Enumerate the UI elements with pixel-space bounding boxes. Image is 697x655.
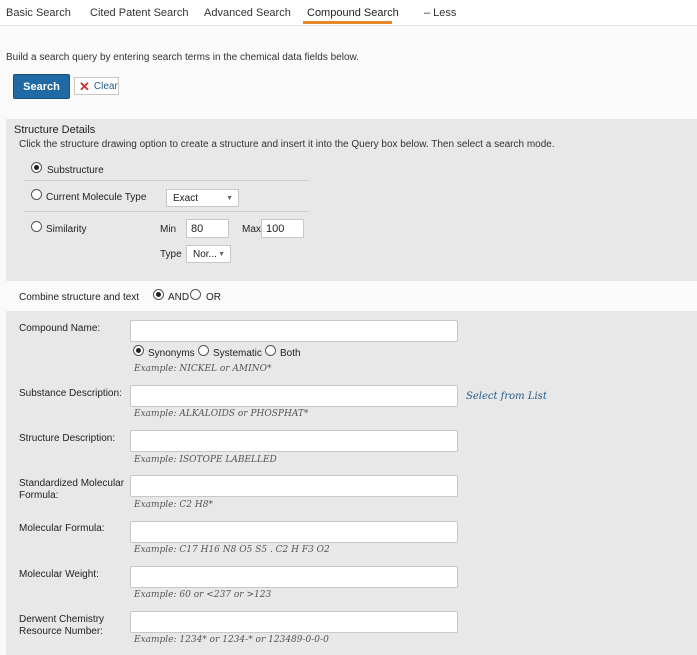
select-from-list-link[interactable]: Select from List xyxy=(466,391,547,402)
structure-description-input[interactable] xyxy=(130,430,458,452)
derwent-resource-input[interactable] xyxy=(130,611,458,633)
molecule-type-value: Exact xyxy=(173,192,199,204)
tab-basic-search[interactable]: Basic Search xyxy=(6,7,71,19)
and-label: AND xyxy=(168,292,190,303)
combine-label: Combine structure and text xyxy=(19,292,140,303)
compound-name-label: Compound Name: xyxy=(19,323,101,334)
clear-button-label: Clear xyxy=(93,80,118,92)
structure-description-example: Example: ISOTOPE LABELLED xyxy=(134,455,277,465)
active-tab-indicator xyxy=(303,21,392,24)
molecular-weight-label: Molecular Weight: xyxy=(19,569,99,580)
both-label: Both xyxy=(280,348,301,359)
and-radio[interactable] xyxy=(153,289,164,300)
substance-description-input[interactable] xyxy=(130,385,458,407)
molecular-weight-input[interactable] xyxy=(130,566,458,588)
similarity-type-value: Nor... xyxy=(193,248,217,260)
molecule-type-select[interactable]: Exact ▼ xyxy=(166,189,239,207)
structure-description-label: Structure Description: xyxy=(19,433,116,444)
synonyms-radio[interactable] xyxy=(133,345,144,356)
clear-button[interactable]: ✕ Clear xyxy=(74,77,119,95)
max-similarity-input[interactable]: 100 xyxy=(261,219,304,238)
tab-compound-search[interactable]: Compound Search xyxy=(307,7,399,19)
type-label: Type xyxy=(160,249,182,260)
search-tabs: Basic Search Cited Patent Search Advance… xyxy=(0,0,697,26)
substance-description-example: Example: ALKALOIDS or PHOSPHAT* xyxy=(134,409,309,419)
compound-name-example: Example: NICKEL or AMINO* xyxy=(134,364,272,374)
systematic-radio[interactable] xyxy=(198,345,209,356)
tab-less-toggle[interactable]: – Less xyxy=(424,7,456,19)
standardized-formula-example: Example: C2 H8* xyxy=(134,500,213,510)
tab-cited-patent-search[interactable]: Cited Patent Search xyxy=(90,7,188,19)
molecular-weight-example: Example: 60 or <237 or >123 xyxy=(134,590,272,600)
substance-description-label: Substance Description: xyxy=(19,388,122,399)
similarity-label: Similarity xyxy=(46,224,87,235)
current-molecule-label: Current Molecule Type xyxy=(46,192,147,203)
or-label: OR xyxy=(206,292,221,303)
close-icon: ✕ xyxy=(79,78,90,94)
standardized-formula-input[interactable] xyxy=(130,475,458,497)
similarity-type-select[interactable]: Nor... ▼ xyxy=(186,245,231,263)
chevron-down-icon: ▼ xyxy=(218,251,225,258)
derwent-resource-example: Example: 1234* or 1234-* or 123489-0-0-0 xyxy=(134,635,329,645)
systematic-label: Systematic xyxy=(213,348,262,359)
standardized-formula-label: Standardized Molecular Formula: xyxy=(19,478,125,501)
substructure-label: Substructure xyxy=(47,165,104,176)
molecular-formula-input[interactable] xyxy=(130,521,458,543)
intro-text: Build a search query by entering search … xyxy=(6,52,359,63)
synonyms-label: Synonyms xyxy=(148,348,195,359)
max-label: Max xyxy=(242,224,261,235)
compound-name-input[interactable] xyxy=(130,320,458,342)
divider xyxy=(24,180,309,181)
molecular-formula-label: Molecular Formula: xyxy=(19,523,105,534)
structure-details-description: Click the structure drawing option to cr… xyxy=(19,139,555,150)
divider xyxy=(24,211,309,212)
derwent-resource-label: Derwent Chemistry Resource Number: xyxy=(19,614,105,637)
or-radio[interactable] xyxy=(190,289,201,300)
substructure-radio[interactable] xyxy=(31,162,42,173)
tab-advanced-search[interactable]: Advanced Search xyxy=(204,7,291,19)
min-label: Min xyxy=(160,224,177,235)
chevron-down-icon: ▼ xyxy=(226,195,233,202)
structure-details-title: Structure Details xyxy=(14,124,96,136)
similarity-radio[interactable] xyxy=(31,221,42,232)
current-molecule-radio[interactable] xyxy=(31,189,42,200)
both-radio[interactable] xyxy=(265,345,276,356)
min-similarity-input[interactable]: 80 xyxy=(186,219,229,238)
search-button[interactable]: Search xyxy=(13,74,70,99)
molecular-formula-example: Example: C17 H16 N8 O5 S5 . C2 H F3 O2 xyxy=(134,545,330,555)
